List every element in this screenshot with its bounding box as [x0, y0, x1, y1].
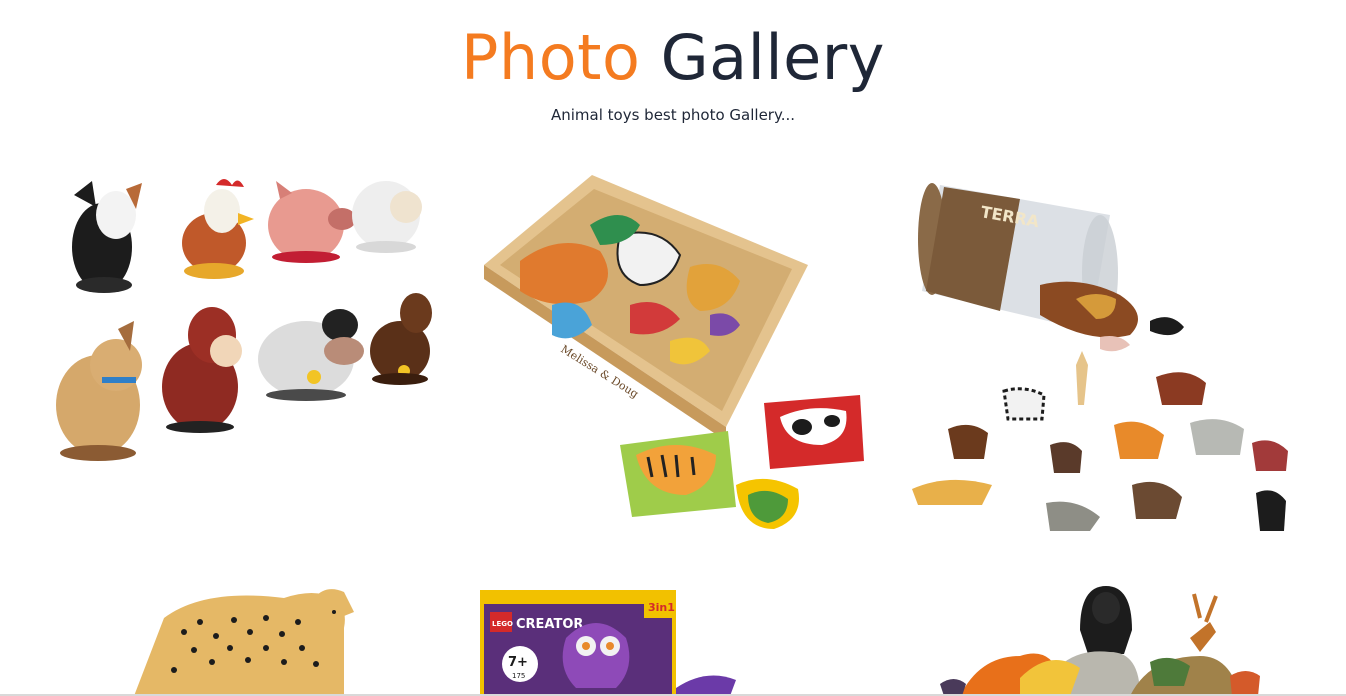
lego-creator-image: LEGO CREATOR 3in1 7+ 175 — [480, 590, 736, 696]
title-main: Gallery — [660, 21, 885, 94]
gallery-photo-lego-creator[interactable]: LEGO CREATOR 3in1 7+ 175 — [470, 578, 882, 696]
gallery-photo-cheetah[interactable] — [44, 578, 456, 696]
cow-figure — [258, 309, 364, 401]
page-title: Photo Gallery — [0, 22, 1346, 94]
svg-text:LEGO: LEGO — [492, 620, 513, 628]
gallery-page: Photo Gallery Animal toys best photo Gal… — [0, 0, 1346, 696]
lego-set-text: 3in1 — [648, 601, 675, 614]
horse-figure — [56, 321, 142, 461]
dog-figure — [72, 181, 142, 293]
jungle-animals-image — [940, 586, 1260, 696]
gallery-photo-animal-tube[interactable]: TERRA — [900, 155, 1312, 555]
gallery-photo-animal-magnets[interactable]: Melissa & Doug — [470, 155, 882, 555]
page-subtitle: Animal toys best photo Gallery... — [550, 106, 796, 124]
gallery-photo-farm-animals[interactable] — [44, 155, 456, 555]
pig-figure — [268, 181, 356, 263]
goat-figure — [370, 293, 432, 385]
animal-magnets-image: Melissa & Doug — [484, 175, 864, 529]
tiger-magnet — [620, 431, 736, 517]
lego-age-text: 7+ — [508, 655, 528, 670]
farm-animals-image — [56, 179, 432, 461]
lego-count-text: 175 — [512, 672, 525, 680]
animal-tube-image: TERRA — [912, 183, 1288, 531]
cow-magnet — [764, 395, 864, 469]
spilled-figures — [912, 281, 1288, 531]
cheetah-image — [134, 589, 354, 696]
title-accent: Photo — [461, 21, 641, 94]
lego-line-text: CREATOR — [516, 617, 583, 632]
frog-magnet — [736, 478, 799, 529]
sheep-figure — [352, 181, 422, 253]
gallery-photo-jungle-animals[interactable] — [900, 578, 1312, 696]
alpaca-figure — [162, 307, 242, 433]
hen-figure — [182, 179, 254, 279]
